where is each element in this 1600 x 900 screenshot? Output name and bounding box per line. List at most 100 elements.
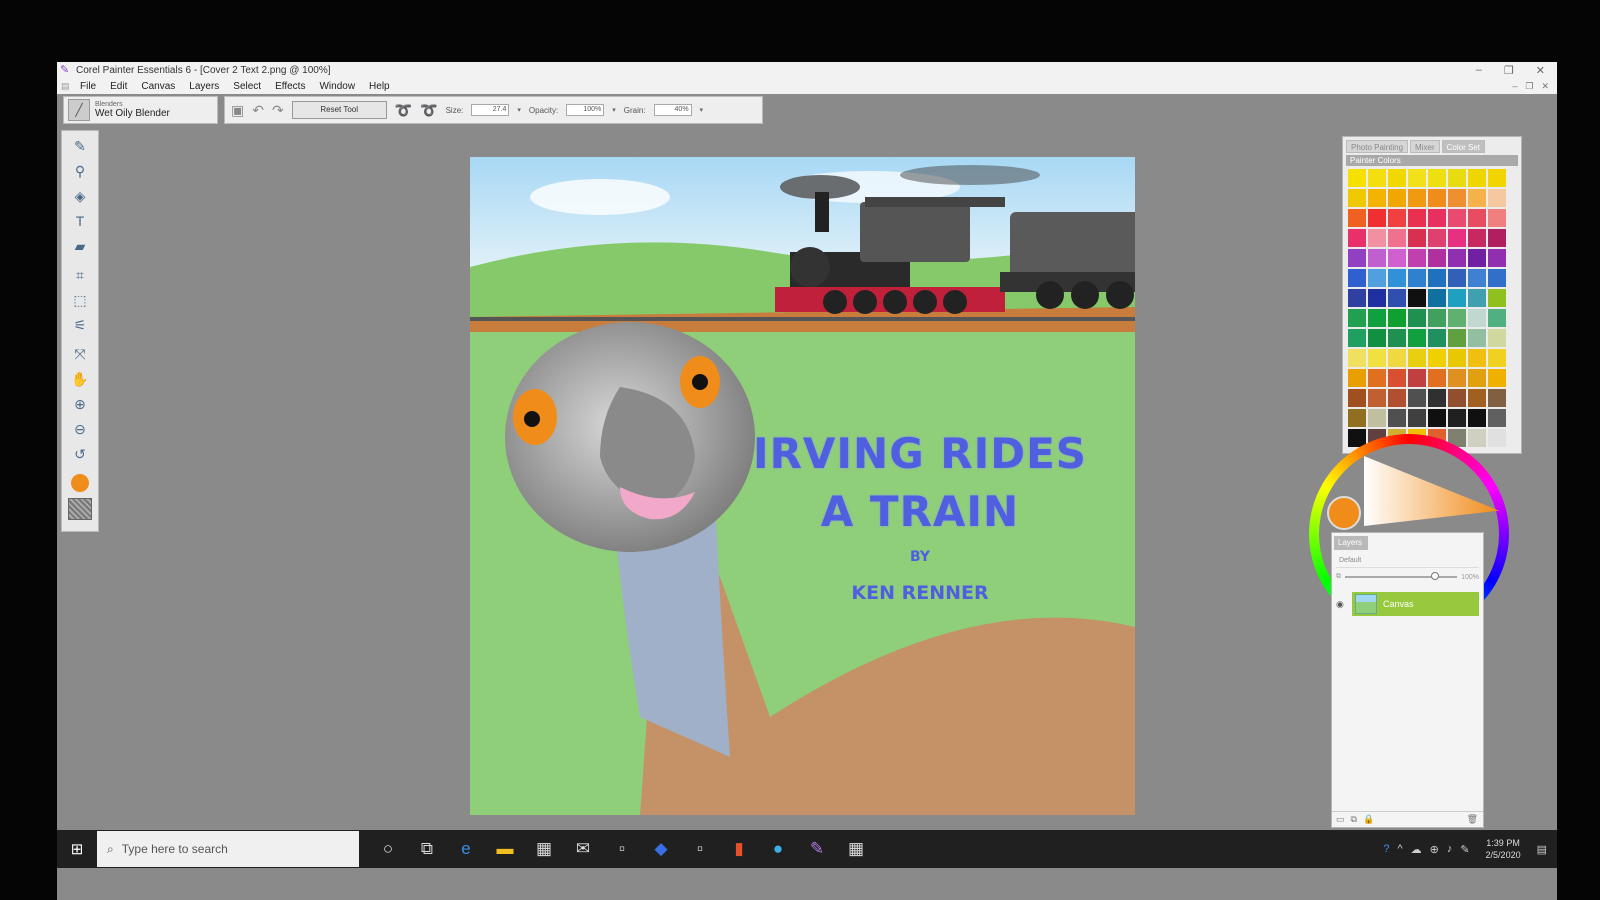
color-swatch[interactable] — [1388, 309, 1406, 327]
grain-field[interactable]: 40% — [653, 104, 692, 116]
task-view-icon[interactable]: ⧉ — [416, 839, 438, 859]
stroke-attribute-2-icon[interactable]: ➰ — [420, 102, 437, 119]
color-swatch[interactable] — [1448, 249, 1466, 267]
color-swatch[interactable] — [1428, 389, 1446, 407]
color-swatch[interactable] — [1348, 389, 1366, 407]
color-swatch[interactable] — [1428, 309, 1446, 327]
color-swatch[interactable] — [1408, 169, 1426, 187]
tab-color-set[interactable]: Color Set — [1441, 140, 1485, 153]
color-swatch[interactable] — [1468, 269, 1486, 287]
color-swatch[interactable] — [1448, 189, 1466, 207]
color-swatch[interactable] — [1448, 229, 1466, 247]
doc-close-button[interactable]: ✕ — [1541, 81, 1549, 92]
text-icon[interactable]: T — [68, 212, 92, 231]
color-swatch[interactable] — [1448, 389, 1466, 407]
layers-tab[interactable]: Layers — [1334, 536, 1368, 550]
color-swatch[interactable] — [1428, 349, 1446, 367]
menu-select[interactable]: Select — [226, 81, 268, 92]
minimize-button[interactable]: – — [1476, 64, 1482, 77]
brush-icon[interactable]: ✎ — [68, 137, 92, 156]
opacity-slider-knob[interactable] — [1431, 572, 1440, 580]
color-swatch[interactable] — [1368, 409, 1386, 427]
help-icon[interactable]: ? — [1383, 843, 1389, 855]
color-swatch[interactable] — [1388, 289, 1406, 307]
tab-photo-painting[interactable]: Photo Painting — [1346, 140, 1409, 153]
color-swatch[interactable] — [1388, 209, 1406, 227]
color-swatch[interactable] — [1368, 349, 1386, 367]
menu-effects[interactable]: Effects — [268, 81, 312, 92]
layer-row[interactable]: ◉ Canvas — [1336, 592, 1479, 616]
store-icon[interactable]: ▦ — [533, 839, 555, 859]
color-swatch[interactable] — [1428, 289, 1446, 307]
color-swatch[interactable] — [1428, 369, 1446, 387]
tab-mixer[interactable]: Mixer — [1410, 140, 1440, 153]
color-swatch[interactable] — [1468, 229, 1486, 247]
menu-window[interactable]: Window — [312, 81, 362, 92]
color-swatch[interactable] — [1348, 309, 1366, 327]
color-swatch[interactable] — [1428, 269, 1446, 287]
color-swatch[interactable] — [1348, 169, 1366, 187]
color-swatch[interactable] — [1448, 329, 1466, 347]
color-swatch[interactable] — [1488, 209, 1506, 227]
new-layer-icon[interactable]: ▭ — [1336, 814, 1345, 825]
zoom-in-icon[interactable]: ⊕ — [68, 395, 92, 414]
color-swatch[interactable] — [1488, 269, 1506, 287]
dropbox-icon[interactable]: ◆ — [650, 839, 672, 859]
zoom-out-icon[interactable]: ⊖ — [68, 420, 92, 439]
trash-icon[interactable]: 🗑 — [1467, 814, 1478, 825]
color-swatch[interactable] — [1388, 409, 1406, 427]
color-swatch[interactable] — [1368, 389, 1386, 407]
color-swatch[interactable] — [1368, 329, 1386, 347]
color-swatch[interactable] — [1408, 289, 1426, 307]
color-swatch[interactable] — [1448, 369, 1466, 387]
color-swatch[interactable] — [1368, 249, 1386, 267]
color-swatch[interactable] — [1448, 309, 1466, 327]
color-swatch[interactable] — [1468, 289, 1486, 307]
color-swatch[interactable] — [1408, 349, 1426, 367]
color-swatch[interactable] — [1408, 409, 1426, 427]
doc-restore-button[interactable]: ❐ — [1525, 81, 1533, 92]
color-swatch[interactable] — [1448, 269, 1466, 287]
color-swatch[interactable] — [1408, 309, 1426, 327]
windows-start-icon[interactable]: ⊞ — [57, 840, 97, 858]
color-swatch[interactable] — [1428, 189, 1446, 207]
rectangle-select-icon[interactable]: ⬚ — [68, 291, 92, 310]
color-swatch[interactable] — [1468, 389, 1486, 407]
color-swatch[interactable] — [1368, 189, 1386, 207]
color-swatch[interactable] — [1408, 329, 1426, 347]
magic-wand-icon[interactable]: ⚟ — [68, 316, 92, 335]
mail-icon[interactable]: ✉ — [572, 839, 594, 859]
menu-canvas[interactable]: Canvas — [134, 81, 182, 92]
amazon-icon[interactable]: ▫ — [611, 839, 633, 859]
chevron-up-icon[interactable]: ^ — [1397, 843, 1402, 855]
document-canvas[interactable]: IRVING RIDES A TRAIN BY KEN RENNER — [470, 157, 1135, 815]
color-swatch[interactable] — [1348, 229, 1366, 247]
maps-icon[interactable]: ● — [767, 839, 789, 859]
visibility-eye-icon[interactable]: ◉ — [1336, 599, 1348, 610]
color-swatch[interactable] — [1428, 169, 1446, 187]
color-swatch[interactable] — [1388, 269, 1406, 287]
main-color-swatch[interactable] — [71, 474, 89, 492]
save-icon[interactable]: ▣ — [231, 102, 244, 119]
color-swatch[interactable] — [1408, 189, 1426, 207]
color-swatch[interactable] — [1408, 369, 1426, 387]
file-explorer-icon[interactable]: ▬ — [494, 839, 516, 859]
color-swatch[interactable] — [1468, 309, 1486, 327]
color-swatch[interactable] — [1348, 249, 1366, 267]
color-swatch[interactable] — [1348, 349, 1366, 367]
color-swatch[interactable] — [1448, 289, 1466, 307]
color-swatch[interactable] — [1488, 369, 1506, 387]
color-swatch[interactable] — [1468, 189, 1486, 207]
color-swatch[interactable] — [1388, 189, 1406, 207]
size-field[interactable]: 27.4 — [471, 104, 510, 116]
opacity-dropdown-icon[interactable]: ▾ — [612, 106, 616, 114]
color-swatch[interactable] — [1488, 349, 1506, 367]
color-swatch[interactable] — [1388, 169, 1406, 187]
color-swatch[interactable] — [1448, 409, 1466, 427]
cloud-icon[interactable]: ☁ — [1411, 843, 1422, 856]
grabber-icon[interactable]: ✋ — [68, 370, 92, 389]
color-swatch[interactable] — [1488, 389, 1506, 407]
menu-edit[interactable]: Edit — [103, 81, 134, 92]
lock-icon[interactable]: 🔒 — [1363, 814, 1374, 825]
dropper-icon[interactable]: ⚲ — [68, 162, 92, 181]
